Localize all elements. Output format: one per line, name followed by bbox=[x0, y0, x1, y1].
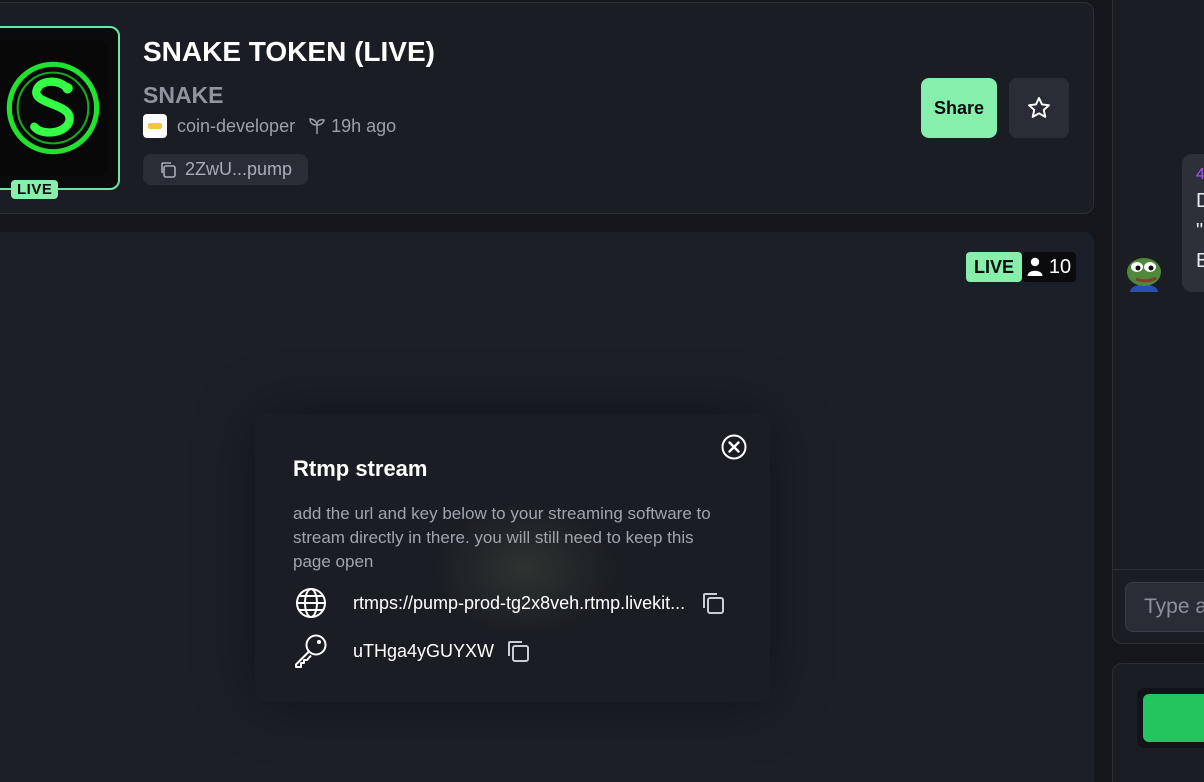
copy-key-button[interactable] bbox=[504, 637, 532, 665]
copy-icon bbox=[161, 161, 176, 178]
rtmp-url[interactable]: rtmps://pump-prod-tg2x8veh.rtmp.livekit.… bbox=[353, 593, 685, 614]
person-icon bbox=[1027, 257, 1043, 276]
token-ticker: SNAKE bbox=[143, 82, 224, 108]
stream-key-row: uTHga4yGUYXW bbox=[293, 633, 532, 669]
creator-name[interactable]: coin-developer bbox=[177, 116, 295, 137]
modal-description: add the url and key below to your stream… bbox=[293, 504, 711, 571]
logo-live-tag: LIVE bbox=[11, 180, 59, 199]
copy-icon bbox=[703, 593, 725, 614]
rtmp-url-row: rtmps://pump-prod-tg2x8veh.rtmp.livekit.… bbox=[293, 585, 727, 621]
token-age-text: 19h ago bbox=[331, 115, 397, 136]
chat-message-line: D bbox=[1196, 190, 1204, 212]
favorite-button[interactable] bbox=[1009, 78, 1069, 138]
creator-row: coin-developer 19h ago bbox=[143, 114, 396, 138]
chat-message-line: " bbox=[1196, 220, 1204, 242]
contract-address-chip[interactable]: 2ZwU...pump bbox=[143, 154, 309, 185]
copy-url-button[interactable] bbox=[699, 589, 727, 617]
star-icon bbox=[1028, 97, 1050, 118]
stream-key[interactable]: uTHga4yGUYXW bbox=[353, 641, 494, 662]
creator-avatar[interactable] bbox=[143, 114, 167, 138]
share-button[interactable]: Share bbox=[921, 78, 997, 138]
viewer-count-badge: 10 bbox=[1022, 252, 1076, 282]
sprout-icon bbox=[309, 118, 325, 134]
copy-icon bbox=[508, 641, 530, 662]
chat-message-user[interactable]: 4 bbox=[1196, 164, 1204, 186]
buy-button[interactable] bbox=[1143, 694, 1204, 742]
rtmp-stream-modal: Rtmp stream add the url and key below to… bbox=[255, 414, 770, 702]
close-circle-icon bbox=[721, 434, 747, 460]
key-icon bbox=[293, 633, 329, 669]
token-logo[interactable] bbox=[0, 26, 120, 190]
chat-user-avatar[interactable] bbox=[1124, 252, 1164, 292]
token-title: SNAKE TOKEN (LIVE) bbox=[143, 36, 435, 67]
token-age: 19h ago bbox=[309, 116, 396, 137]
chat-message-line: B bbox=[1196, 250, 1204, 272]
modal-title: Rtmp stream bbox=[293, 456, 428, 481]
chat-divider bbox=[1112, 569, 1204, 570]
close-modal-button[interactable] bbox=[720, 433, 748, 461]
chat-input[interactable] bbox=[1125, 582, 1204, 632]
stream-live-badge: LIVE bbox=[966, 252, 1023, 282]
snake-logo-image bbox=[0, 40, 108, 176]
chat-panel bbox=[1112, 0, 1204, 644]
chat-message: 4 D " B bbox=[1182, 154, 1204, 292]
globe-icon bbox=[293, 585, 329, 621]
contract-address: 2ZwU...pump bbox=[185, 159, 293, 179]
viewer-count: 10 bbox=[1048, 255, 1072, 278]
